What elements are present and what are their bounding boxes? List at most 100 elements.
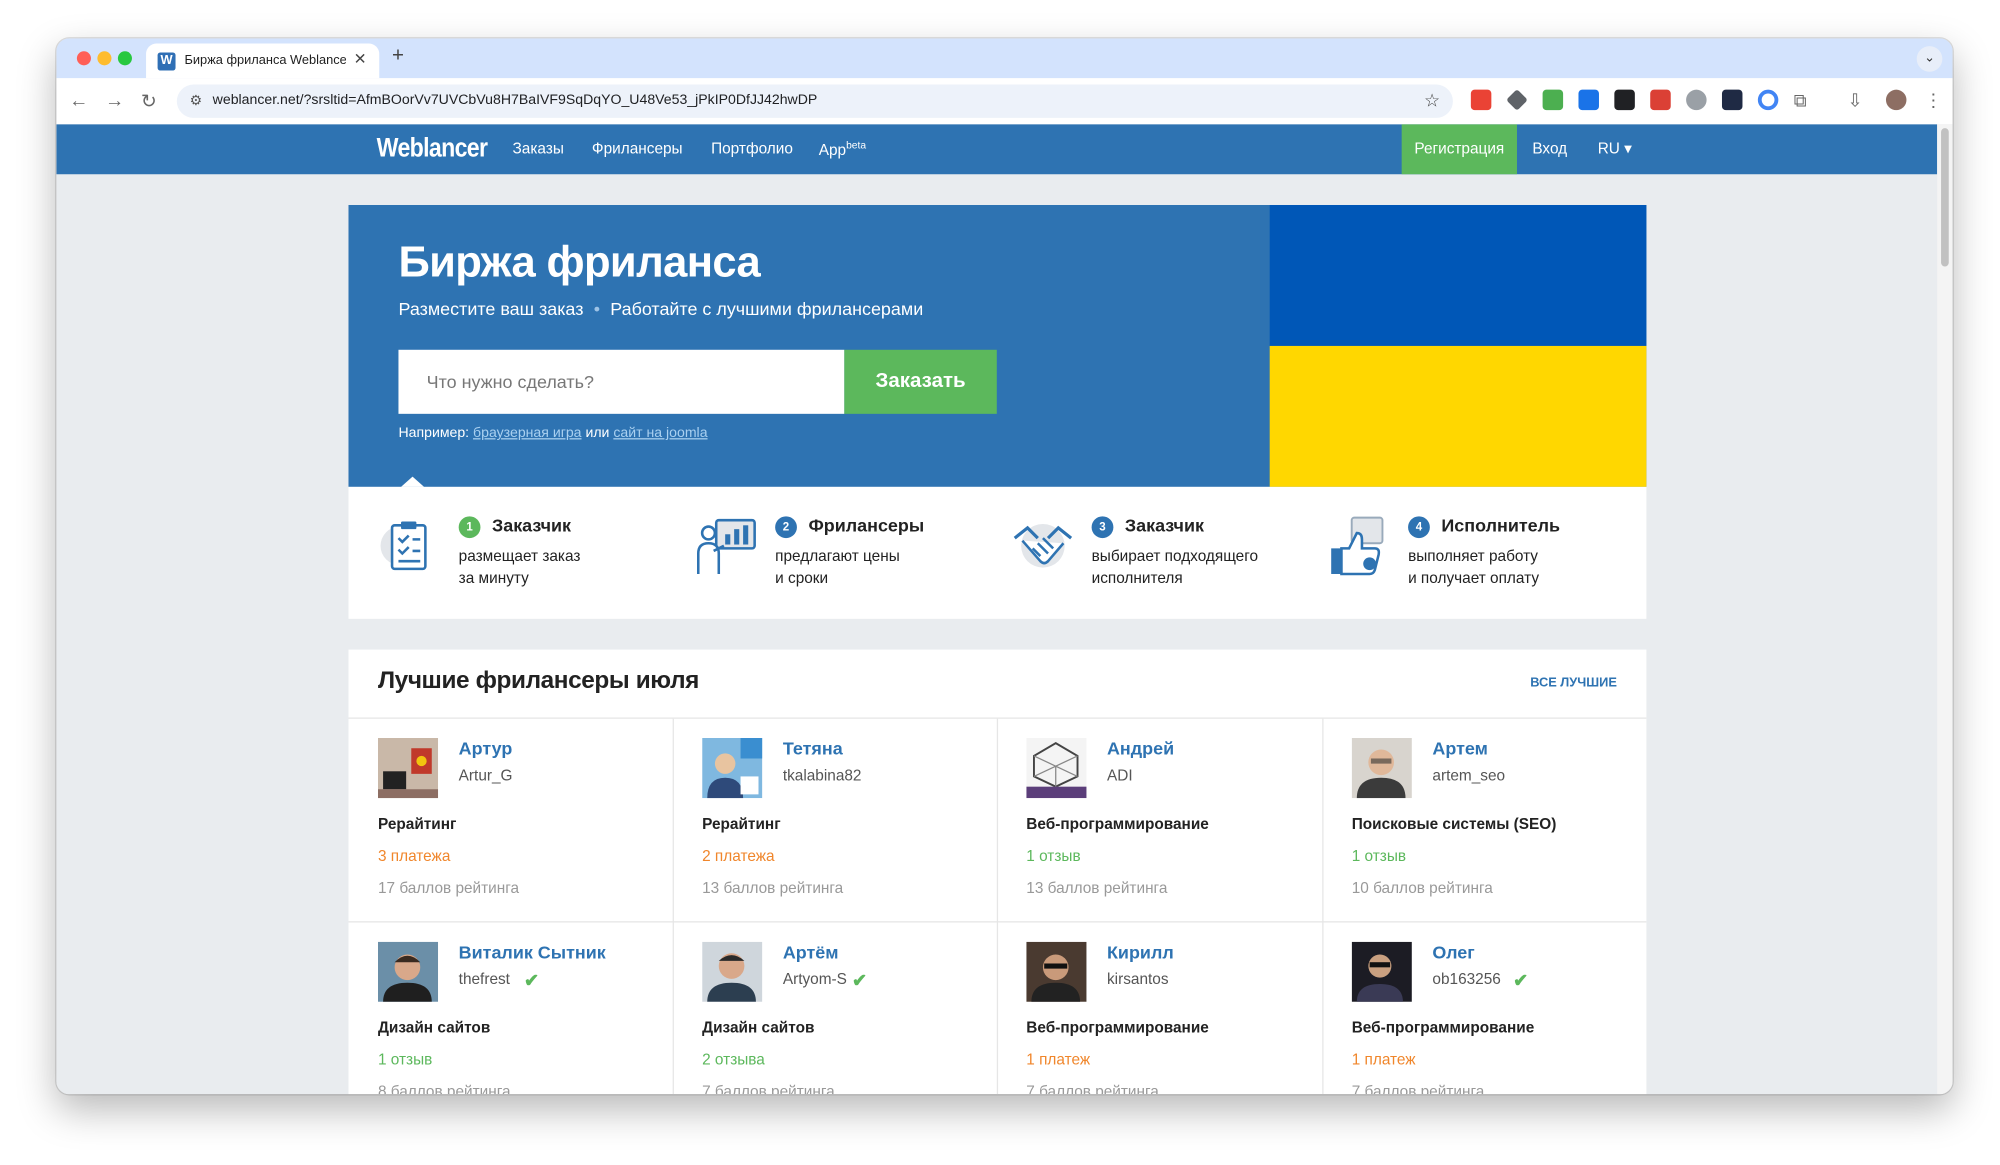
download-icon[interactable]: ⇩ [1848,90,1863,112]
freelancer-category: Рерайтинг [702,814,781,833]
login-link[interactable]: Вход [1532,140,1567,158]
step-title: Заказчик [1124,515,1204,536]
freelancer-card[interactable]: Артём Artyom-S ✔ Дизайн сайтов 2 отзыва … [673,922,997,1094]
browser-toolbar: ← → ↻ ⚙ weblancer.net/?srsltid=AfmBOorVv… [56,78,1953,125]
freelancer-name[interactable]: Артур [459,738,513,758]
step-1: 1 Заказчик размещает заказ за минуту [348,487,655,619]
browser-window: W Биржа фриланса Weblancer ✕ + ⌄ ← → ↻ ⚙… [56,38,1953,1095]
freelancer-payments: 1 отзыв [1026,846,1081,865]
extension-circle-icon[interactable] [1757,89,1779,111]
step-number: 2 [775,516,797,539]
freelancer-category: Рерайтинг [377,814,457,833]
tab-strip: W Биржа фриланса Weblancer ✕ + ⌄ [56,38,1953,79]
avatar[interactable] [1026,941,1087,1002]
freelancer-category: Поисковые системы (SEO) [1351,814,1557,833]
clipboard-icon [380,521,427,571]
nav-link-app[interactable]: Appbeta [819,140,866,159]
site-navbar: Weblancer Заказы Фрилансеры Портфолио Ap… [56,124,1938,175]
extension-green-icon[interactable] [1542,89,1564,111]
notion-extension-icon[interactable] [1614,89,1635,111]
search-examples: Например: браузерная игра или сайт на jo… [398,425,707,440]
weblancer-logo[interactable]: Weblancer [377,133,488,164]
nav-link-portfolio[interactable]: Портфолио [711,140,793,158]
language-dropdown[interactable]: RU ▾ [1598,140,1632,158]
freelancer-name[interactable]: Олег [1432,942,1474,962]
step-desc-line1: размещает заказ [458,547,581,566]
freelancer-name[interactable]: Тетяна [783,738,843,758]
example-link-joomla-site[interactable]: сайт на joomla [613,425,707,440]
extensions-puzzle-icon[interactable]: ⧉ [1794,90,1807,112]
freelancer-card[interactable]: Кирилл kirsantos Веб-программирование 1 … [997,922,1321,1094]
scrollbar-thumb[interactable] [1941,128,1949,267]
step-desc-line1: выполняет работу [1408,547,1538,566]
url-text[interactable]: weblancer.net/?srsltid=AfmBOorVv7UVCbVu8… [213,92,818,107]
reload-icon[interactable]: ↻ [141,90,157,113]
nav-link-freelancers[interactable]: Фрилансеры [592,140,683,158]
step-4: 4 Исполнитель выполняет работу и получает… [1298,487,1605,619]
handshake-icon [1013,524,1073,568]
extension-blue-icon[interactable] [1578,89,1599,111]
freelancer-name[interactable]: Андрей [1107,738,1174,758]
extension-disabled-icon[interactable] [1686,89,1707,111]
avatar[interactable] [377,737,439,799]
freelancer-login: Artyom-S [782,969,847,988]
minimize-window-button[interactable] [97,51,112,66]
avatar[interactable] [1351,737,1412,799]
avatar[interactable] [702,737,763,799]
back-icon[interactable]: ← [69,90,88,112]
example-link-browser-game[interactable]: браузерная игра [473,425,581,440]
presentation-icon [696,518,756,574]
freelancer-login: ob163256 [1432,969,1501,988]
step-description: размещает заказ за минуту [459,546,581,590]
maximize-window-button[interactable] [117,51,132,66]
order-button[interactable]: Заказать [844,349,997,414]
freelancer-card[interactable]: Андрей ADI Веб-программирование 1 отзыв … [997,719,1321,921]
freelancer-card[interactable]: Виталик Сытник thefrest ✔ Дизайн сайтов … [348,922,672,1094]
example-prefix: Например: [398,425,470,441]
hero-subtitle-dot: • [593,298,600,320]
step-title: Заказчик [491,515,572,536]
address-bar[interactable]: ⚙ weblancer.net/?srsltid=AfmBOorVv7UVCbV… [176,84,1453,118]
profile-avatar[interactable] [1885,89,1907,111]
close-tab-icon[interactable]: ✕ [354,50,367,68]
best-freelancers-panel: Лучшие фрилансеры июля ВСЕ ЛУЧШИЕ Артур … [348,649,1647,1095]
tab-title: Биржа фриланса Weblancer [184,53,346,68]
task-search-input[interactable] [398,349,845,414]
freelancer-rating: 7 баллов рейтинга [1351,1082,1485,1095]
tab-search-icon[interactable]: ⌄ [1916,46,1943,72]
freelancer-payments: 2 отзыва [702,1050,765,1069]
freelancer-category: Веб-программирование [1026,1018,1209,1037]
bookmark-star-icon[interactable]: ☆ [1424,90,1440,112]
gmail-extension-icon[interactable] [1470,89,1492,111]
ukraine-flag-yellow [1269,345,1647,487]
page-scrollbar[interactable] [1937,124,1953,1095]
avatar[interactable] [702,941,763,1002]
freelancer-card[interactable]: Олег ob163256 ✔ Веб-программирование 1 п… [1322,922,1646,1094]
new-tab-icon[interactable]: + [392,45,404,68]
extension-diamond-icon[interactable] [1506,89,1528,111]
freelancer-card[interactable]: Артур Artur_G Рерайтинг 3 платежа 17 бал… [348,719,672,921]
avatar[interactable] [377,941,439,1002]
avatar[interactable] [1026,737,1087,799]
browser-menu-icon[interactable]: ⋮ [1924,90,1942,112]
freelancer-name[interactable]: Артём [783,942,839,962]
freelancer-card[interactable]: Артем artem_seo Поисковые системы (SEO) … [1322,719,1646,921]
freelancer-payments: 2 платежа [702,846,775,865]
step-desc-line2: и получает оплату [1408,568,1540,587]
register-button[interactable]: Регистрация [1401,124,1517,175]
freelancer-name[interactable]: Артем [1432,738,1487,758]
x-extension-icon[interactable] [1721,89,1743,111]
step-desc-line2: исполнителя [1091,568,1183,587]
browser-tab[interactable]: W Биржа фриланса Weblancer ✕ [146,43,380,79]
forward-icon[interactable]: → [105,90,124,112]
close-window-button[interactable] [76,51,91,66]
nav-link-orders[interactable]: Заказы [512,140,563,158]
site-settings-icon[interactable]: ⚙ [190,92,203,109]
all-best-link[interactable]: ВСЕ ЛУЧШИЕ [1530,676,1617,690]
freelancer-card[interactable]: Тетяна tkalabina82 Рерайтинг 2 платежа 1… [673,719,997,921]
freelancer-login: Artur_G [458,766,513,785]
todoist-extension-icon[interactable] [1650,89,1671,111]
avatar[interactable] [1351,941,1412,1002]
freelancer-name[interactable]: Кирилл [1107,942,1174,962]
freelancer-name[interactable]: Виталик Сытник [459,942,606,962]
